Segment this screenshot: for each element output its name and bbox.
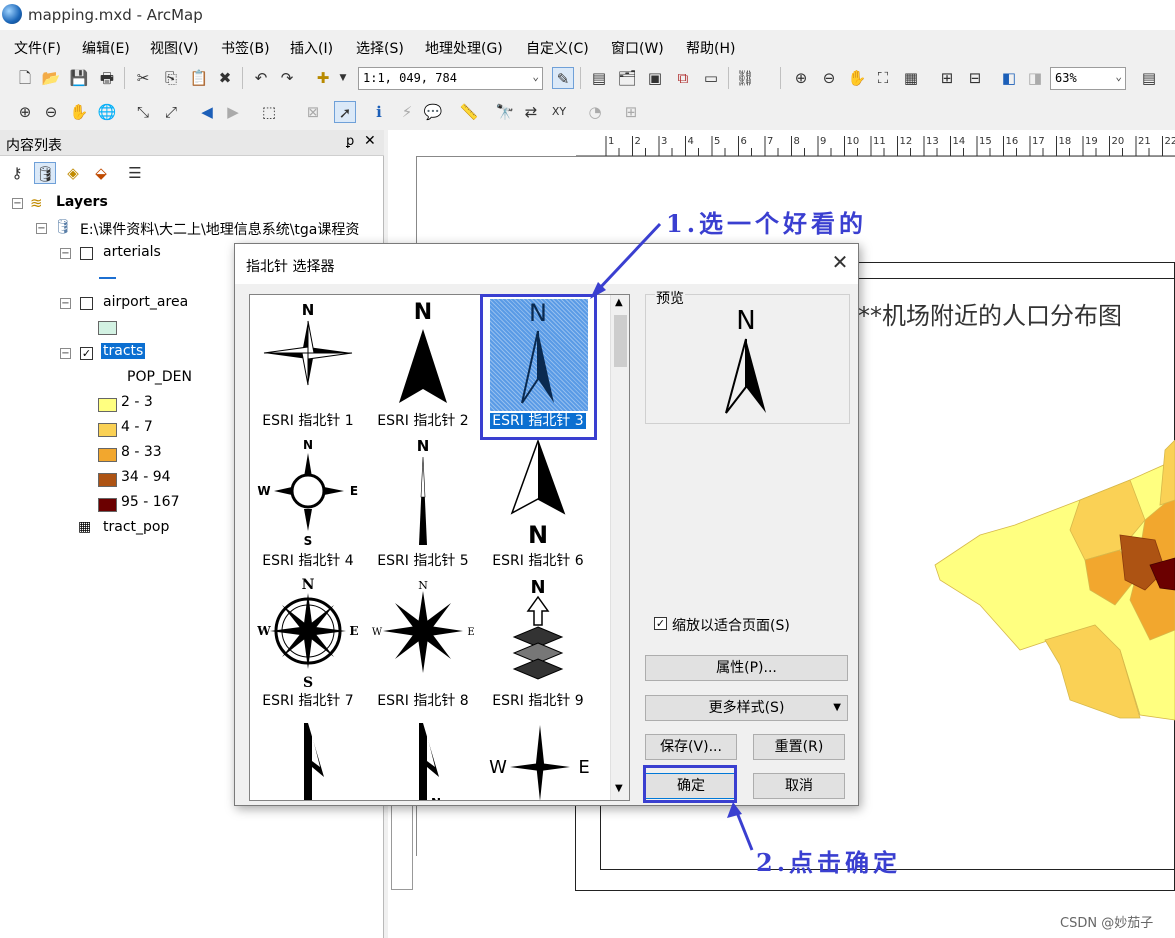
watermark: CSDN @妙茄子 bbox=[1060, 916, 1154, 931]
annotation-step2: 2.点击确定 bbox=[756, 848, 902, 877]
annotation-step1: 1.选一个好看的 bbox=[666, 209, 868, 238]
annotation-arrows bbox=[590, 222, 754, 851]
